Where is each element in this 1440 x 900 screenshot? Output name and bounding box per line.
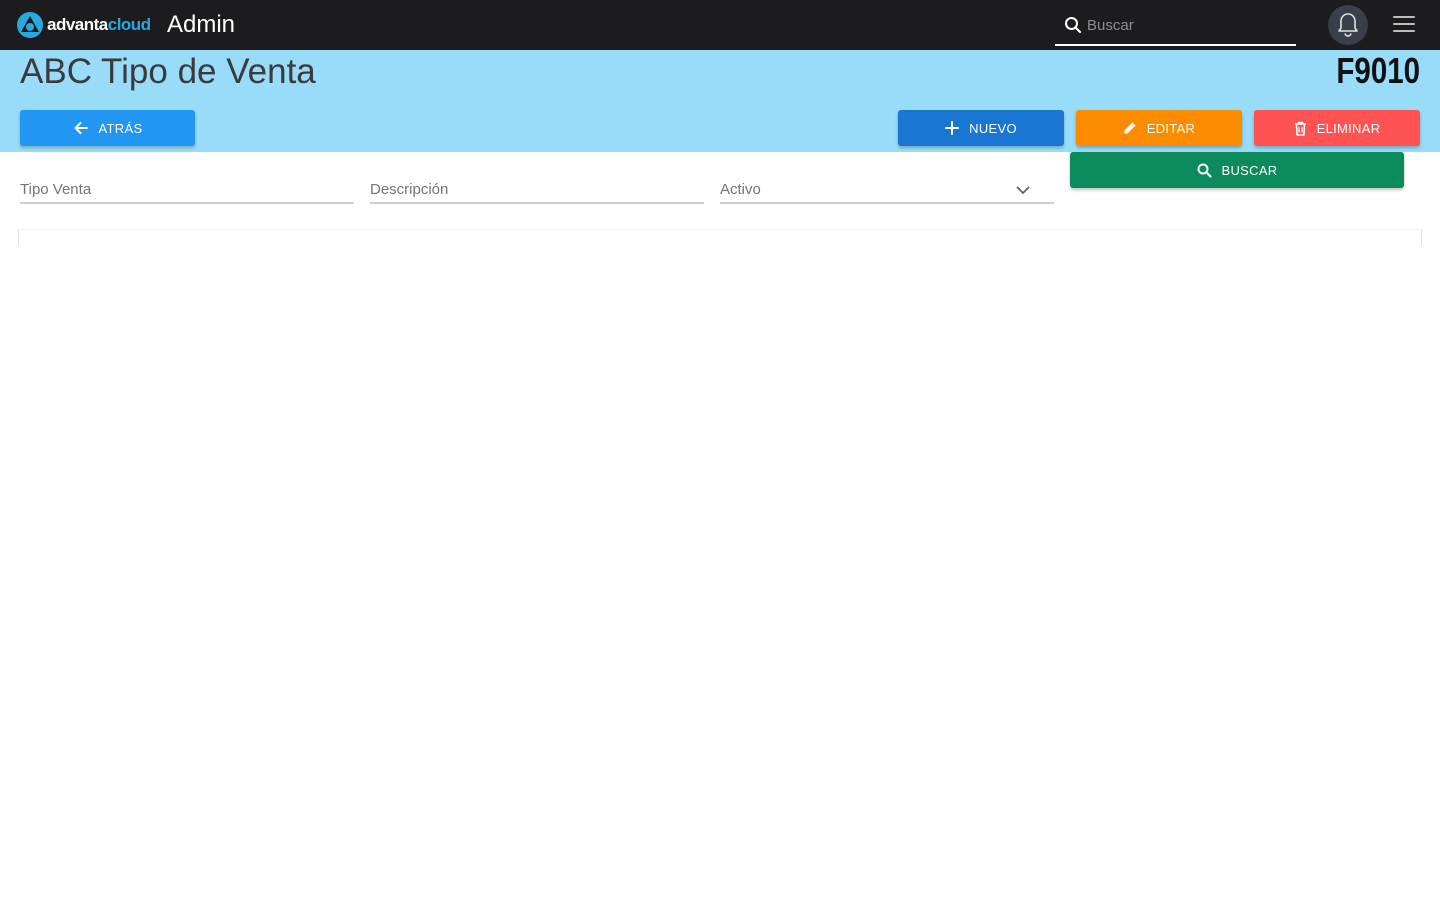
page-header: ABC Tipo de Venta F9010 ATRÁS NUEVO EDIT…	[0, 50, 1440, 152]
search-icon	[1065, 17, 1082, 34]
activo-label: Activo	[720, 181, 761, 198]
new-button[interactable]: NUEVO	[898, 110, 1064, 146]
descripcion-field[interactable]: Descripción	[370, 176, 704, 204]
search-button-label: BUSCAR	[1221, 162, 1278, 178]
back-button-label: ATRÁS	[98, 120, 143, 136]
hamburger-menu-icon[interactable]	[1393, 16, 1415, 36]
new-button-label: NUEVO	[969, 120, 1017, 136]
results-table	[18, 229, 1422, 246]
trash-icon	[1294, 121, 1306, 136]
logo-text-cloud: cloud	[107, 15, 151, 34]
logo-text-advanta: advanta	[47, 15, 108, 34]
arrow-left-icon	[74, 122, 88, 134]
edit-button-label: EDITAR	[1146, 120, 1196, 136]
global-search	[1055, 6, 1296, 46]
plus-icon	[945, 121, 960, 135]
advantacloud-logo-icon	[17, 12, 43, 38]
descripcion-label: Descripción	[370, 181, 449, 198]
delete-button[interactable]: ELIMINAR	[1254, 110, 1420, 146]
logo-text: advantacloud	[47, 11, 151, 39]
activo-select[interactable]: Activo	[720, 176, 1054, 204]
edit-button[interactable]: EDITAR	[1076, 110, 1242, 146]
top-app-bar: advantacloud Admin	[0, 0, 1440, 50]
search-icon	[1197, 163, 1212, 178]
tipo-venta-field[interactable]: Tipo Venta	[20, 176, 354, 204]
notifications-button[interactable]	[1328, 5, 1368, 45]
back-button[interactable]: ATRÁS	[20, 110, 195, 146]
delete-button-label: ELIMINAR	[1316, 120, 1381, 136]
chevron-down-icon	[1016, 186, 1030, 194]
advantacloud-logo[interactable]: advantacloud	[16, 11, 151, 39]
tipo-venta-label: Tipo Venta	[20, 181, 92, 198]
page-title: ABC Tipo de Venta	[20, 52, 316, 91]
app-title: Admin	[167, 11, 236, 38]
page-code: F9010	[1336, 50, 1420, 91]
bell-icon	[1338, 13, 1358, 37]
global-search-input[interactable]	[1087, 12, 1287, 38]
search-button[interactable]: BUSCAR	[1070, 152, 1404, 188]
pencil-icon	[1124, 122, 1136, 134]
